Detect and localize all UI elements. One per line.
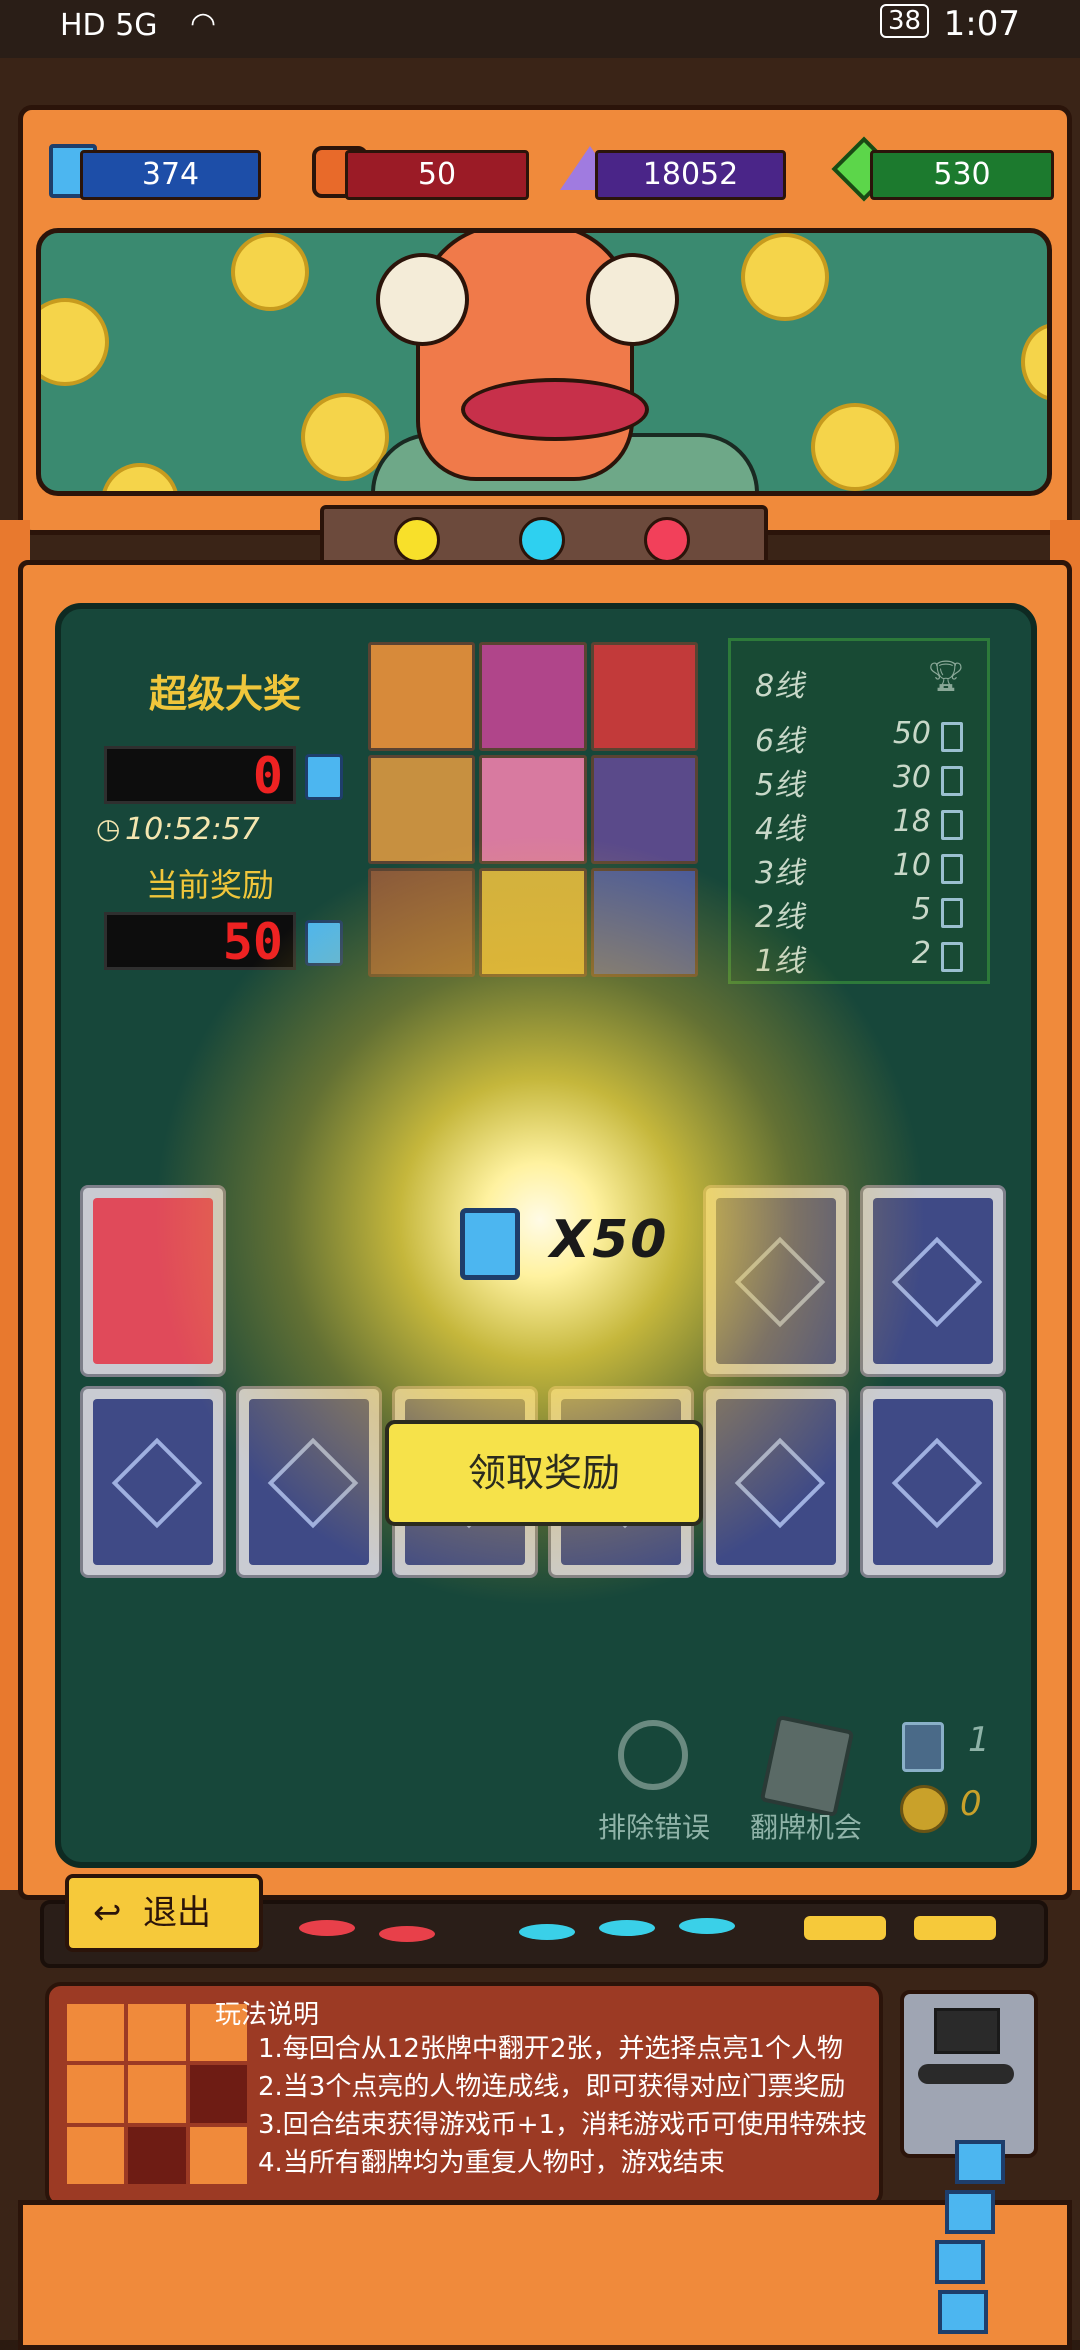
ticket-strip-icon (938, 2290, 988, 2334)
wifi-icon: ◠ (190, 6, 217, 41)
eye-icon (586, 253, 679, 346)
portrait-pirate (368, 642, 476, 751)
dispenser-slot (934, 2008, 1000, 2054)
jackpot-led: 0 (104, 746, 296, 804)
trophy-icon: 🏆︎ (926, 659, 965, 694)
payout-row: 5线 30 (755, 760, 965, 803)
yellow-arcade-button[interactable] (914, 1916, 996, 1940)
gem-counter: 530 (870, 150, 1054, 200)
payout-reward: 30 (892, 760, 931, 795)
character-screen (36, 228, 1052, 496)
claim-reward-button[interactable]: 领取奖励 (385, 1420, 703, 1526)
ticket-stack-icon (448, 1200, 526, 1280)
cyan-arcade-button[interactable] (519, 1924, 575, 1940)
coin-icon (1021, 323, 1047, 401)
red-light-icon (644, 517, 690, 563)
ticket-strip-icon (945, 2190, 995, 2234)
line-pattern-icon (67, 2004, 247, 2184)
status-bar: HD 5G ◠ 38 1:07 (0, 0, 1080, 58)
dispenser-opening (918, 2064, 1014, 2084)
eye-icon (376, 253, 469, 346)
ticket-icon (305, 754, 343, 800)
instruction-line: 2.当3个点亮的人物连成线，即可获得对应门票奖励 (258, 2072, 846, 2102)
coin-count: 0 (960, 1784, 982, 1824)
ticket-count: 1 (968, 1720, 990, 1760)
cyan-arcade-button[interactable] (599, 1920, 655, 1936)
coin-icon (231, 233, 309, 311)
ticket-dispenser (900, 1990, 1038, 2158)
network-status: HD 5G (60, 8, 158, 43)
ticket-icon (941, 898, 963, 928)
instruction-line: 4.当所有翻牌均为重复人物时，游戏结束 (258, 2148, 725, 2178)
payout-line: 5线 (755, 768, 805, 803)
tickets-counter: 374 (80, 150, 261, 200)
jackpot-title: 超级大奖 (148, 672, 301, 716)
magnifier-icon[interactable] (618, 1720, 688, 1790)
jackpot-timer: 10:52:57 (125, 812, 260, 847)
payout-reward: 18 (892, 804, 931, 839)
portrait-red-hair (590, 642, 698, 751)
clock-icon: ◷ (96, 812, 121, 845)
instructions-title: 玩法说明 (215, 2000, 320, 2030)
ticket-icon (941, 766, 963, 796)
coin-icon (741, 233, 829, 321)
crystal-counter: 18052 (595, 150, 786, 200)
ticket-icon (941, 942, 963, 972)
eliminate-error-label: 排除错误 (598, 1811, 711, 1844)
payout-line: 4线 (755, 812, 805, 847)
flip-chance-label: 翻牌机会 (750, 1811, 863, 1844)
clock: 1:07 (943, 4, 1020, 44)
payout-reward: 2 (911, 936, 931, 971)
ticket-icon (902, 1722, 944, 1772)
yellow-light-icon (394, 517, 440, 563)
payout-reward: 50 (892, 716, 931, 751)
coin-icon (811, 403, 899, 491)
red-arcade-button[interactable] (299, 1920, 355, 1936)
payout-line: 3线 (755, 856, 805, 891)
cyan-light-icon (519, 517, 565, 563)
ticket-strip-icon (955, 2140, 1005, 2184)
payout-line: 6线 (755, 724, 805, 759)
yellow-arcade-button[interactable] (804, 1916, 886, 1940)
ticket-icon (941, 854, 963, 884)
red-arcade-button[interactable] (379, 1926, 435, 1942)
instruction-line: 3.回合结束获得游戏币+1，消耗游戏币可使用特殊技 (258, 2110, 868, 2140)
ticket-icon (941, 810, 963, 840)
payout-reward: 5 (911, 892, 931, 927)
coin-icon (41, 298, 109, 386)
back-arrow-icon: ↩ (93, 1893, 122, 1933)
payout-row: 8线 🏆︎ (755, 659, 965, 704)
cyan-arcade-button[interactable] (679, 1918, 735, 1934)
reward-amount: X50 (550, 1210, 669, 1270)
ticket-icon (941, 722, 963, 752)
coin-icon (900, 1785, 948, 1833)
instruction-line: 1.每回合从12张牌中翻开2张，并选择点亮1个人物 (258, 2034, 843, 2064)
ticket-strip-icon (935, 2240, 985, 2284)
payout-line: 8线 (755, 669, 805, 704)
current-reward-label: 当前奖励 (145, 866, 274, 904)
payout-row: 4线 18 (755, 804, 965, 847)
exit-label: 退出 (143, 1893, 211, 1933)
payout-row: 6线 50 (755, 716, 965, 759)
coin-icon (101, 463, 179, 491)
battery-icon: 38 (880, 4, 930, 38)
payout-reward: 10 (892, 848, 931, 883)
exit-button[interactable]: ↩ 退出 (65, 1874, 263, 1952)
mouth (461, 378, 649, 441)
ore-counter: 50 (345, 150, 529, 200)
payout-row: 3线 10 (755, 848, 965, 891)
cabinet-base (18, 2200, 1072, 2350)
portrait-pink-hair (479, 642, 587, 751)
